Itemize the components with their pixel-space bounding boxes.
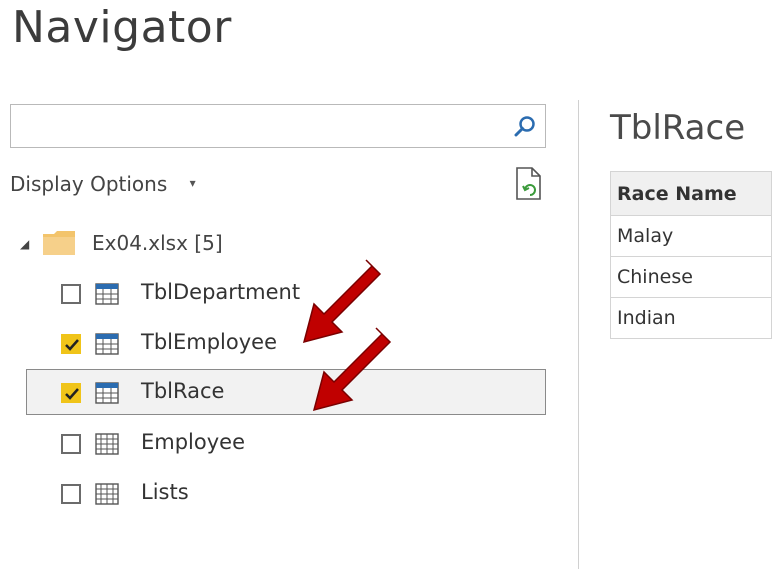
tree-item-label: TblEmployee — [141, 330, 277, 354]
table-icon — [95, 333, 119, 355]
checkmark-icon — [65, 388, 79, 400]
table-cell: Malay — [610, 215, 772, 257]
checkbox[interactable] — [61, 284, 81, 304]
refresh-icon[interactable] — [514, 166, 544, 202]
sheet-icon — [95, 433, 119, 455]
tree-item-tblemployee[interactable]: TblEmployee — [26, 320, 546, 366]
table-cell: Indian — [610, 297, 772, 339]
checkbox[interactable] — [61, 434, 81, 454]
checkbox-checked[interactable] — [61, 334, 81, 354]
checkmark-icon — [65, 339, 79, 351]
folder-icon — [43, 231, 75, 255]
tree-item-employee[interactable]: Employee — [26, 420, 546, 466]
checkbox-checked[interactable] — [61, 383, 81, 403]
search-icon[interactable] — [513, 115, 537, 139]
window-title: Navigator — [12, 2, 232, 53]
tree-root-label: Ex04.xlsx [5] — [92, 231, 223, 255]
table-row: Indian — [610, 297, 772, 339]
tree-root-file[interactable]: ◢ Ex04.xlsx [5] — [20, 228, 260, 260]
sheet-icon — [95, 483, 119, 505]
tree-item-tblrace[interactable]: TblRace — [26, 369, 546, 415]
preview-table: Race Name Malay Chinese Indian — [610, 171, 772, 339]
tree-item-label: TblRace — [141, 379, 225, 403]
checkbox[interactable] — [61, 484, 81, 504]
display-options-dropdown[interactable]: Display Options ▾ — [10, 172, 196, 196]
table-row: Chinese — [610, 256, 772, 298]
table-cell: Chinese — [610, 256, 772, 298]
table-row: Malay — [610, 215, 772, 257]
column-header[interactable]: Race Name — [610, 171, 772, 216]
tree-item-label: Lists — [141, 480, 189, 504]
search-box[interactable] — [10, 104, 546, 148]
preview-title: TblRace — [610, 108, 746, 148]
table-icon — [95, 283, 119, 305]
chevron-down-icon: ▾ — [189, 176, 196, 190]
display-options-label: Display Options — [10, 172, 168, 196]
tree-item-lists[interactable]: Lists — [26, 470, 546, 516]
pane-divider[interactable] — [578, 100, 579, 569]
table-icon — [95, 382, 119, 404]
tree-item-label: Employee — [141, 430, 246, 454]
expand-triangle-icon[interactable]: ◢ — [20, 237, 29, 251]
tree-item-label: TblDepartment — [141, 280, 301, 304]
tree-item-tbldepartment[interactable]: TblDepartment — [26, 270, 546, 316]
search-input[interactable] — [17, 111, 501, 143]
